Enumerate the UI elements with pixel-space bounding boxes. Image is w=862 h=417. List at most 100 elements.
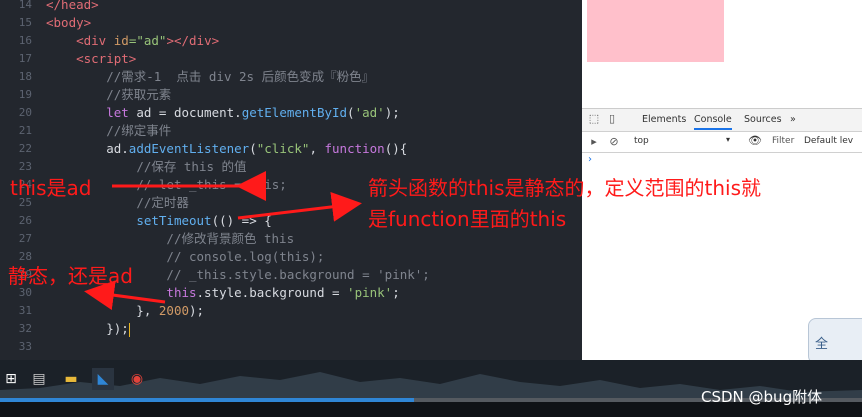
windows-start-icon[interactable]: ⊞ xyxy=(0,368,22,390)
code-token: <script> xyxy=(76,51,137,66)
code-token: //定时器 xyxy=(136,195,189,210)
code-token: </head> xyxy=(46,0,99,12)
file-explorer-icon[interactable]: ▬ xyxy=(60,368,82,390)
code-token: "click" xyxy=(256,141,310,156)
line-number: 17 xyxy=(18,52,32,65)
code-line: <body> xyxy=(46,14,91,32)
annotation-this-is-ad: this是ad xyxy=(10,176,92,200)
code-token: 'pink' xyxy=(347,285,393,300)
code-token: //绑定事件 xyxy=(106,123,172,138)
code-token: ad. xyxy=(106,141,129,156)
line-number: 22 xyxy=(18,142,32,155)
line-number: 21 xyxy=(18,124,32,137)
chevron-down-icon[interactable]: ▾ xyxy=(726,135,730,144)
code-line: }, 2000); xyxy=(46,302,204,320)
line-number: 27 xyxy=(18,232,32,245)
annotation-arrow-function-line1: 箭头函数的this是静态的，定义范围的this就 xyxy=(368,176,761,200)
eye-icon[interactable]: 👁 xyxy=(748,134,762,147)
line-number: 31 xyxy=(18,304,32,317)
code-token: .style.background = xyxy=(196,285,348,300)
tab-console[interactable]: Console xyxy=(694,114,732,130)
ad-div-pink-box[interactable] xyxy=(587,0,724,62)
line-number: 20 xyxy=(18,106,32,119)
code-token: // console.log(this); xyxy=(166,249,325,264)
code-token: //保存 this 的值 xyxy=(136,159,247,174)
code-token: , xyxy=(309,141,325,156)
code-line: <div id="ad"></div> xyxy=(46,32,219,50)
code-token: <body> xyxy=(46,15,92,30)
code-line: //修改背景颜色 this xyxy=(46,230,294,248)
code-line: let ad = document.getElementById('ad'); xyxy=(46,104,400,122)
code-token: ); xyxy=(384,105,400,120)
floating-widget[interactable]: 全 xyxy=(808,318,862,364)
code-token: this xyxy=(166,285,197,300)
line-number: 19 xyxy=(18,88,32,101)
text-cursor xyxy=(128,322,130,337)
tab-elements[interactable]: Elements xyxy=(642,114,686,125)
code-token: 2000 xyxy=(158,303,189,318)
code-token: ); xyxy=(189,303,205,318)
code-token: (() => { xyxy=(211,213,272,228)
code-token: //修改背景颜色 this xyxy=(166,231,295,246)
code-line: </head> xyxy=(46,0,99,14)
clear-console-icon[interactable]: ⊘ xyxy=(608,136,620,148)
code-line: }); xyxy=(46,320,130,338)
widget-label: 全 xyxy=(815,337,829,352)
inspect-element-icon[interactable]: ⬚ xyxy=(588,113,600,125)
code-token: //需求-1 点击 div 2s 后颜色变成『粉色』 xyxy=(106,69,375,84)
filter-input[interactable]: Filter xyxy=(772,136,794,146)
code-token: //获取元素 xyxy=(106,87,172,102)
chrome-icon[interactable]: ◉ xyxy=(126,368,148,390)
code-line: ad.addEventListener("click", function(){ xyxy=(46,140,407,158)
code-line: //绑定事件 xyxy=(46,122,171,140)
line-number: 15 xyxy=(18,16,32,29)
code-token: id xyxy=(113,33,129,48)
code-line: setTimeout(() => { xyxy=(46,212,272,230)
code-token: // let _this = this; xyxy=(136,177,287,192)
code-token: ( xyxy=(347,105,355,120)
code-token: ; xyxy=(392,285,400,300)
code-token: getElementById xyxy=(241,105,348,120)
line-number: 14 xyxy=(18,0,32,11)
devtools-tab-bar: ⬚ ▯ Elements Console Sources » xyxy=(582,109,862,132)
code-token: function xyxy=(324,141,385,156)
code-token: ad = document. xyxy=(128,105,242,120)
code-token: <div xyxy=(76,33,114,48)
console-prompt[interactable]: › xyxy=(588,154,592,165)
code-line: //需求-1 点击 div 2s 后颜色变成『粉色』 xyxy=(46,68,374,86)
context-selector[interactable]: top xyxy=(634,136,649,146)
code-token: ( xyxy=(249,141,257,156)
annotation-arrow-function-line2: 是function里面的this xyxy=(368,207,567,231)
code-token: addEventListener xyxy=(128,141,250,156)
sidebar-toggle-icon[interactable]: ▸ xyxy=(588,136,600,148)
task-view-icon[interactable]: ▤ xyxy=(28,368,50,390)
csdn-watermark: CSDN @bug附体 xyxy=(701,388,823,406)
vscode-icon[interactable]: ◣ xyxy=(92,368,114,390)
code-token: 'ad' xyxy=(354,105,385,120)
device-toolbar-icon[interactable]: ▯ xyxy=(606,113,618,125)
code-line: <script> xyxy=(46,50,136,68)
console-toolbar: ▸ ⊘ top ▾ 👁 Filter Default lev xyxy=(582,132,862,153)
more-tabs-button[interactable]: » xyxy=(790,114,796,125)
line-number: 33 xyxy=(18,340,32,353)
code-token: let xyxy=(106,105,129,120)
line-number: 32 xyxy=(18,322,32,335)
line-number: 26 xyxy=(18,214,32,227)
code-token: ="ad" xyxy=(128,33,167,48)
code-token: // _this.style.background = 'pink'; xyxy=(166,267,430,282)
annotation-static-still-ad: 静态，还是ad xyxy=(8,264,133,288)
code-token: }); xyxy=(46,321,129,336)
log-levels-select[interactable]: Default lev xyxy=(804,136,853,146)
line-number: 18 xyxy=(18,70,32,83)
tab-sources[interactable]: Sources xyxy=(744,114,782,125)
code-token: }, xyxy=(46,303,159,318)
